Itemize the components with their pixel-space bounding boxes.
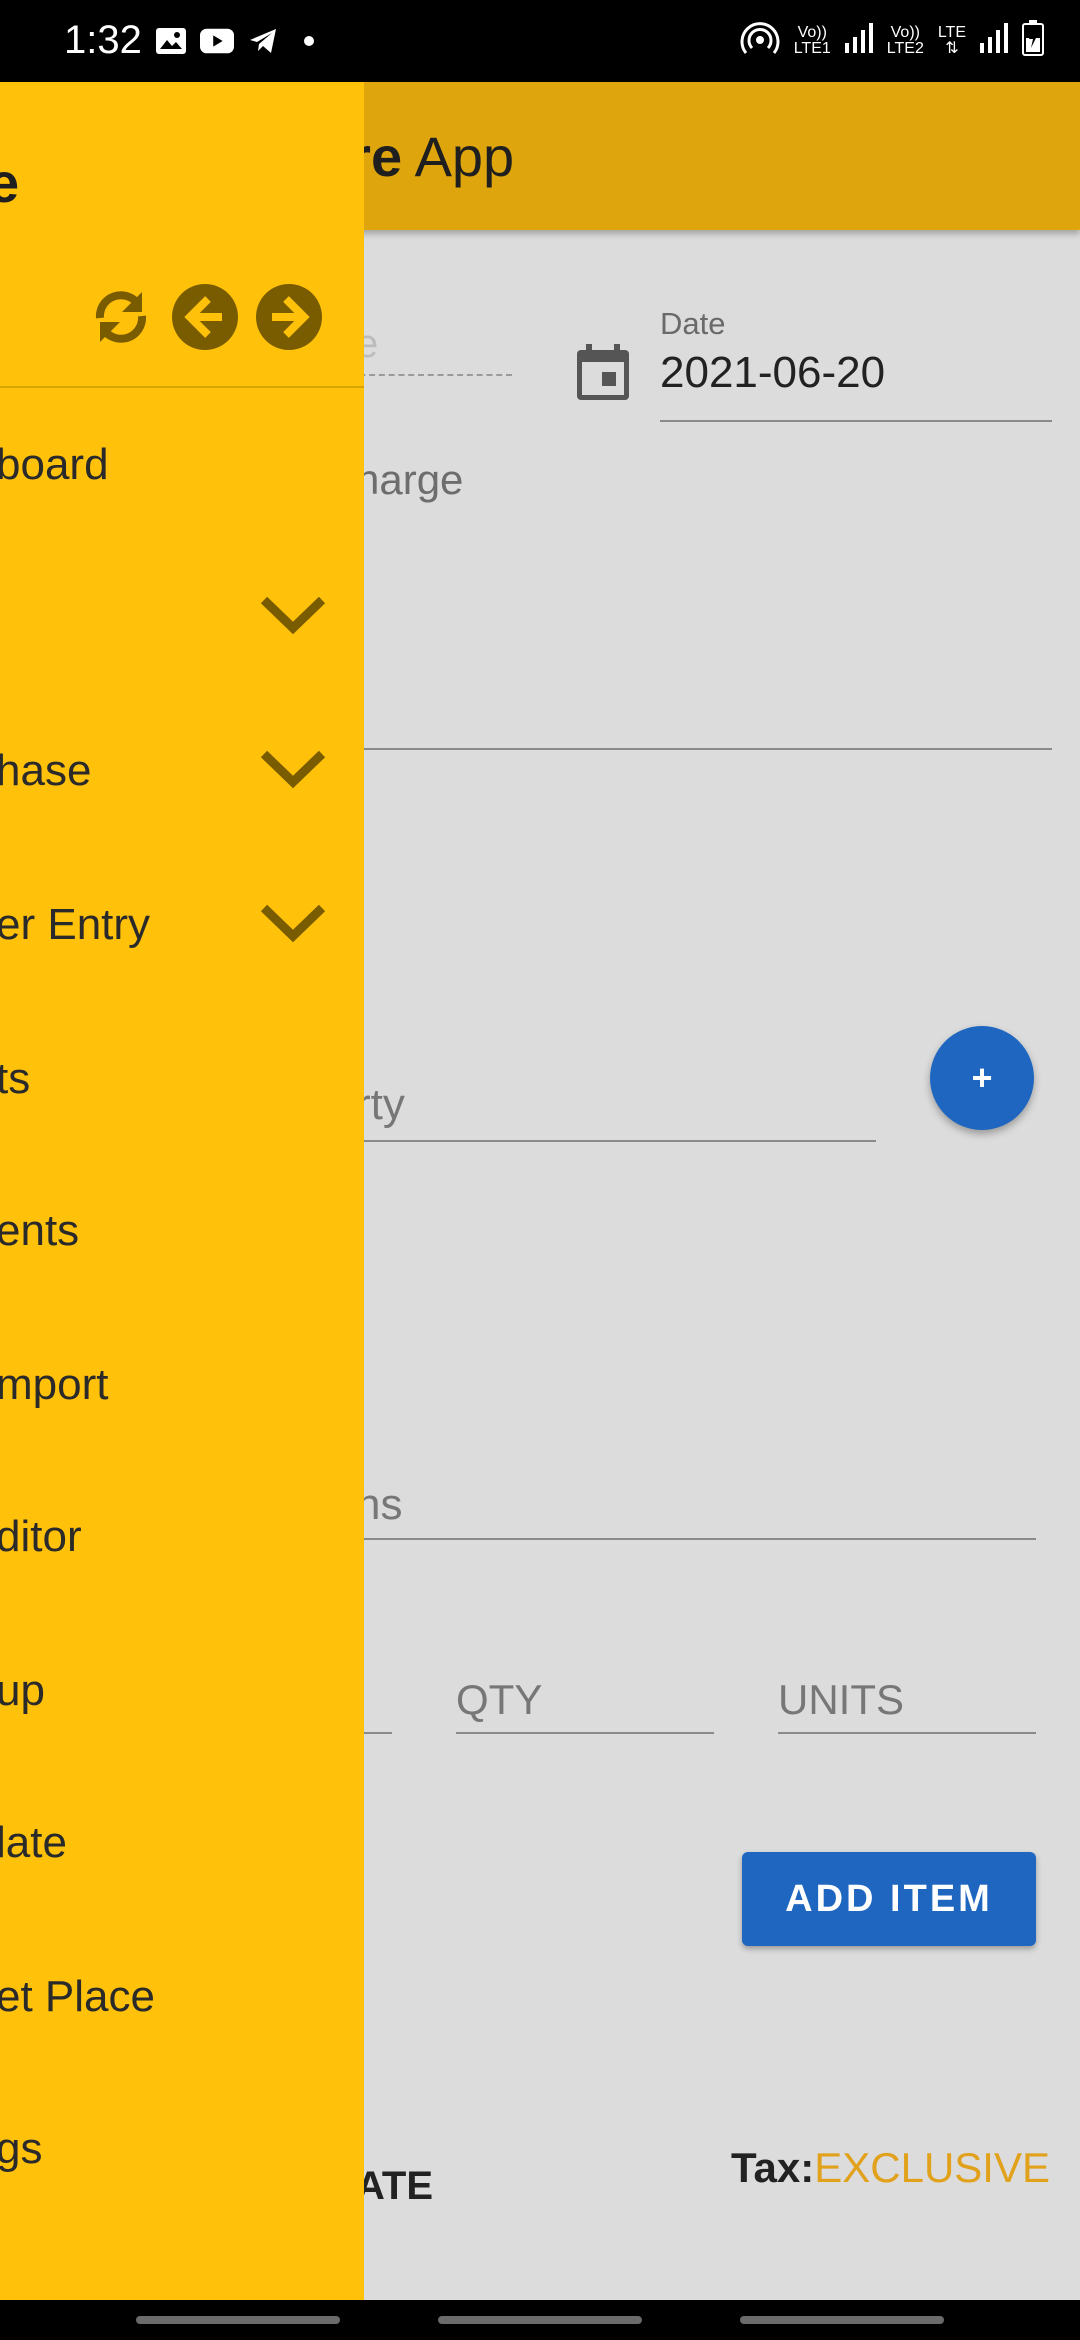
drawer-item-import[interactable]: mport bbox=[0, 1360, 364, 1480]
drawer-header-actions bbox=[86, 282, 324, 352]
drawer-item-label: ts bbox=[0, 1054, 31, 1103]
navigation-drawer: e board hase er Entry ts ents mport dito… bbox=[0, 82, 364, 2300]
drawer-item-settings[interactable]: gs bbox=[0, 2124, 364, 2244]
battery-icon bbox=[1022, 20, 1044, 61]
add-party-button[interactable]: + bbox=[930, 1026, 1034, 1130]
qty-field-underline bbox=[456, 1732, 714, 1734]
units-field-underline bbox=[778, 1732, 1036, 1734]
calendar-icon[interactable] bbox=[574, 342, 632, 407]
system-nav-bar bbox=[0, 2300, 1080, 2340]
party-field-underline bbox=[356, 1140, 876, 1142]
chevron-down-icon[interactable] bbox=[258, 590, 328, 640]
drawer-item-label: et Place bbox=[0, 1972, 155, 2021]
sim2-bottom: LTE2 bbox=[886, 39, 924, 57]
status-time: 1:32 bbox=[64, 18, 142, 62]
status-bar: 1:32 Vo)) LTE1 Vo)) LTE2 LTE ⇅ bbox=[0, 0, 1080, 82]
drawer-item-label: hase bbox=[0, 746, 92, 795]
charge-field-underline[interactable] bbox=[356, 748, 1052, 750]
lte-indicator: LTE ⇅ bbox=[937, 23, 966, 57]
drawer-item-backup[interactable]: up bbox=[0, 1666, 364, 1786]
dot-icon bbox=[292, 24, 326, 58]
drawer-item-label: er Entry bbox=[0, 900, 151, 949]
refresh-icon[interactable] bbox=[86, 282, 156, 352]
date-label: Date bbox=[660, 306, 726, 341]
chevron-down-icon[interactable] bbox=[258, 744, 328, 794]
arrow-left-icon[interactable] bbox=[170, 282, 240, 352]
sim2-indicator: Vo)) LTE2 bbox=[886, 23, 924, 57]
qty-field[interactable]: QTY bbox=[456, 1676, 542, 1724]
status-right-icons: Vo)) LTE1 Vo)) LTE2 LTE ⇅ bbox=[740, 20, 1044, 61]
hotspot-icon bbox=[740, 20, 780, 61]
signal-icon bbox=[844, 23, 873, 58]
charge-label: harge bbox=[356, 456, 464, 503]
drawer-item-payments[interactable]: ents bbox=[0, 1206, 364, 1326]
drawer-item-label: board bbox=[0, 440, 109, 489]
drawer-header-title: e bbox=[0, 151, 20, 214]
drawer-item-label: up bbox=[0, 1666, 45, 1715]
date-field[interactable]: 2021-06-20 bbox=[660, 348, 885, 398]
sim1-bottom: LTE1 bbox=[793, 39, 831, 57]
drawer-item-label: gs bbox=[0, 2124, 43, 2173]
sim1-top: Vo)) bbox=[797, 23, 827, 41]
app-title-light: App bbox=[402, 125, 515, 188]
rate-header: ATE bbox=[356, 2164, 434, 2208]
drawer-divider bbox=[0, 386, 364, 388]
drawer-item-purchase[interactable]: hase bbox=[0, 746, 364, 866]
chevron-down-icon[interactable] bbox=[258, 898, 328, 948]
sim1-indicator: Vo)) LTE1 bbox=[793, 23, 831, 57]
drawer-item-expandable-1[interactable] bbox=[0, 592, 364, 712]
drawer-item-label: mport bbox=[0, 1360, 109, 1409]
nav-handle-right[interactable] bbox=[740, 2316, 944, 2324]
drawer-item-label: late bbox=[0, 1818, 67, 1867]
drawer-item-voucher-entry[interactable]: er Entry bbox=[0, 900, 364, 1020]
lte-label: LTE bbox=[937, 23, 966, 41]
signal-icon-2 bbox=[980, 23, 1008, 58]
items-field-underline bbox=[356, 1538, 1036, 1540]
add-item-button[interactable]: ADD ITEM bbox=[742, 1852, 1036, 1946]
drawer-item-editor[interactable]: ditor bbox=[0, 1512, 364, 1632]
drawer-item-dashboard[interactable]: board bbox=[0, 440, 364, 560]
nav-handle-center[interactable] bbox=[438, 2316, 642, 2324]
data-arrows-icon: ⇅ bbox=[945, 39, 959, 57]
drawer-item-reports[interactable]: ts bbox=[0, 1054, 364, 1174]
nav-handle-left[interactable] bbox=[136, 2316, 340, 2324]
drawer-item-market-place[interactable]: et Place bbox=[0, 1972, 364, 2092]
sim2-top: Vo)) bbox=[890, 23, 920, 41]
youtube-icon bbox=[200, 24, 234, 58]
drawer-item-label: ditor bbox=[0, 1512, 82, 1561]
tax-value: EXCLUSIVE bbox=[814, 2144, 1050, 2191]
tax-indicator[interactable]: Tax:EXCLUSIVE bbox=[731, 2144, 1050, 2192]
arrow-right-icon[interactable] bbox=[254, 282, 324, 352]
telegram-icon bbox=[246, 24, 280, 58]
units-field[interactable]: UNITS bbox=[778, 1676, 904, 1724]
image-icon bbox=[154, 24, 188, 58]
date-field-underline bbox=[660, 420, 1052, 422]
drawer-item-label: ents bbox=[0, 1206, 80, 1255]
drawer-item-template[interactable]: late bbox=[0, 1818, 364, 1938]
status-left-icons bbox=[154, 24, 326, 58]
tax-label: Tax: bbox=[730, 2144, 815, 2191]
